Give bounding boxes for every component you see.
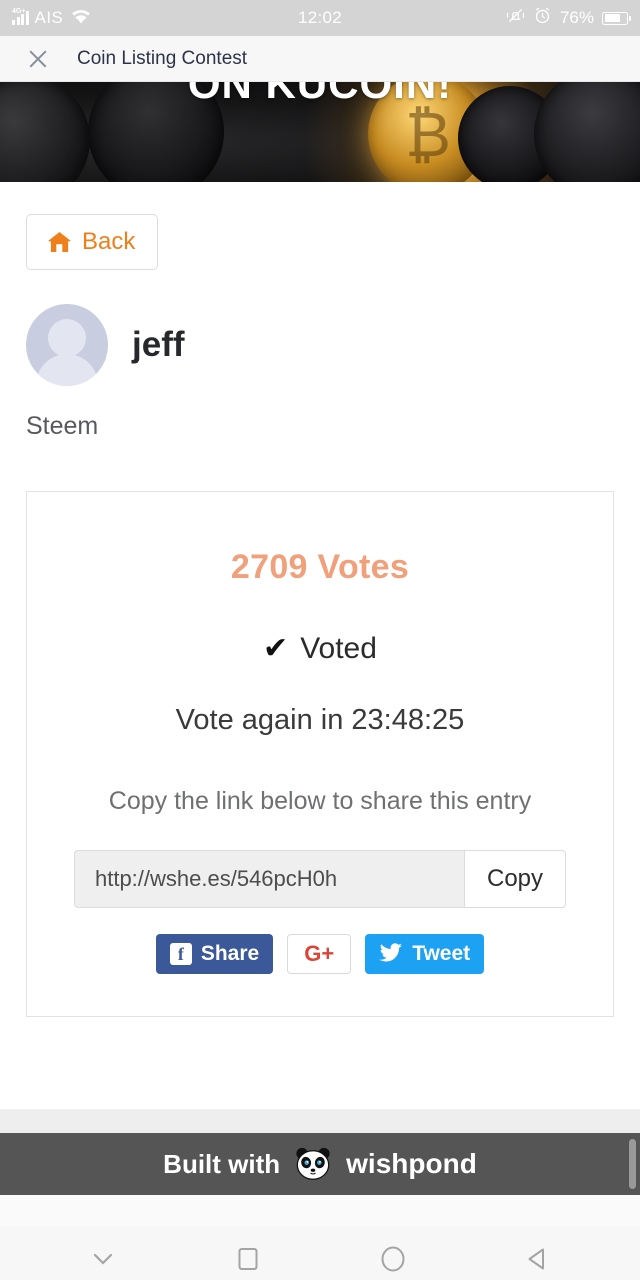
share-url-input[interactable]: http://wshe.es/546pcH0h <box>73 850 464 908</box>
close-icon[interactable] <box>22 43 54 75</box>
circle-icon[interactable] <box>370 1239 416 1279</box>
twitter-share-button[interactable]: Tweet <box>365 934 485 974</box>
chevron-down-icon[interactable] <box>80 1239 126 1279</box>
footer-built-with-label: Built with <box>163 1148 281 1179</box>
copy-link-row: http://wshe.es/546pcH0h Copy <box>51 850 589 908</box>
voted-label: Voted <box>300 631 377 665</box>
vote-count: 2709 Votes <box>230 548 410 586</box>
profile-username: jeff <box>132 325 185 364</box>
battery-icon <box>602 11 631 25</box>
copy-button[interactable]: Copy <box>463 850 567 908</box>
social-share-row: f Share G+ Tweet <box>51 934 589 974</box>
home-icon <box>47 231 72 253</box>
status-bar-right: 76% <box>506 6 631 30</box>
share-hint-text: Copy the link below to share this entry <box>108 787 532 815</box>
footer-bottom-gap <box>0 1195 640 1227</box>
twitter-share-label: Tweet <box>412 942 471 965</box>
facebook-share-label: Share <box>200 942 260 965</box>
page-content: Back jeff Steem 2709 Votes ✔ Voted Vote … <box>0 182 640 1017</box>
system-nav-bar <box>0 1227 640 1280</box>
alarm-clock-icon <box>533 6 552 30</box>
twitter-icon <box>379 943 403 965</box>
vote-again-countdown: Vote again in 23:48:25 <box>175 704 465 736</box>
vote-card: 2709 Votes ✔ Voted Vote again in 23:48:2… <box>26 491 614 1017</box>
avatar <box>26 304 108 386</box>
status-bar: 4G+ AIS 12:02 76% <box>0 0 640 36</box>
footer-bar: Built with wishpond <box>0 1133 640 1195</box>
banner-headline: ON KUCOIN! <box>187 82 453 107</box>
phone-screen: 4G+ AIS 12:02 76% Coin Listing Contest ₿… <box>0 0 640 1280</box>
triangle-left-icon[interactable] <box>515 1239 561 1279</box>
mute-bell-icon <box>506 6 525 30</box>
square-icon[interactable] <box>225 1239 271 1279</box>
scrollbar-indicator[interactable] <box>629 1139 636 1189</box>
google-plus-icon: G+ <box>304 941 335 966</box>
profile-organization: Steem <box>26 412 99 440</box>
voted-status: ✔ Voted <box>51 631 589 666</box>
footer-brand-label: wishpond <box>346 1148 477 1179</box>
facebook-icon: f <box>169 943 192 965</box>
page-title: Coin Listing Contest <box>77 47 248 69</box>
panda-logo <box>294 1145 332 1183</box>
hero-banner-image: ON KUCOIN! <box>0 82 640 182</box>
google-plus-share-button[interactable]: G+ <box>287 934 352 974</box>
checkmark-icon: ✔ <box>263 631 289 666</box>
back-button[interactable]: Back <box>26 214 159 270</box>
battery-percent-label: 76% <box>559 8 594 27</box>
card-bottom-spacer <box>0 1017 640 1109</box>
profile-header: jeff <box>26 304 614 386</box>
footer-top-gap <box>0 1109 640 1133</box>
back-button-label: Back <box>82 228 136 255</box>
facebook-share-button[interactable]: f Share <box>155 934 274 974</box>
app-bar: Coin Listing Contest <box>0 36 640 82</box>
